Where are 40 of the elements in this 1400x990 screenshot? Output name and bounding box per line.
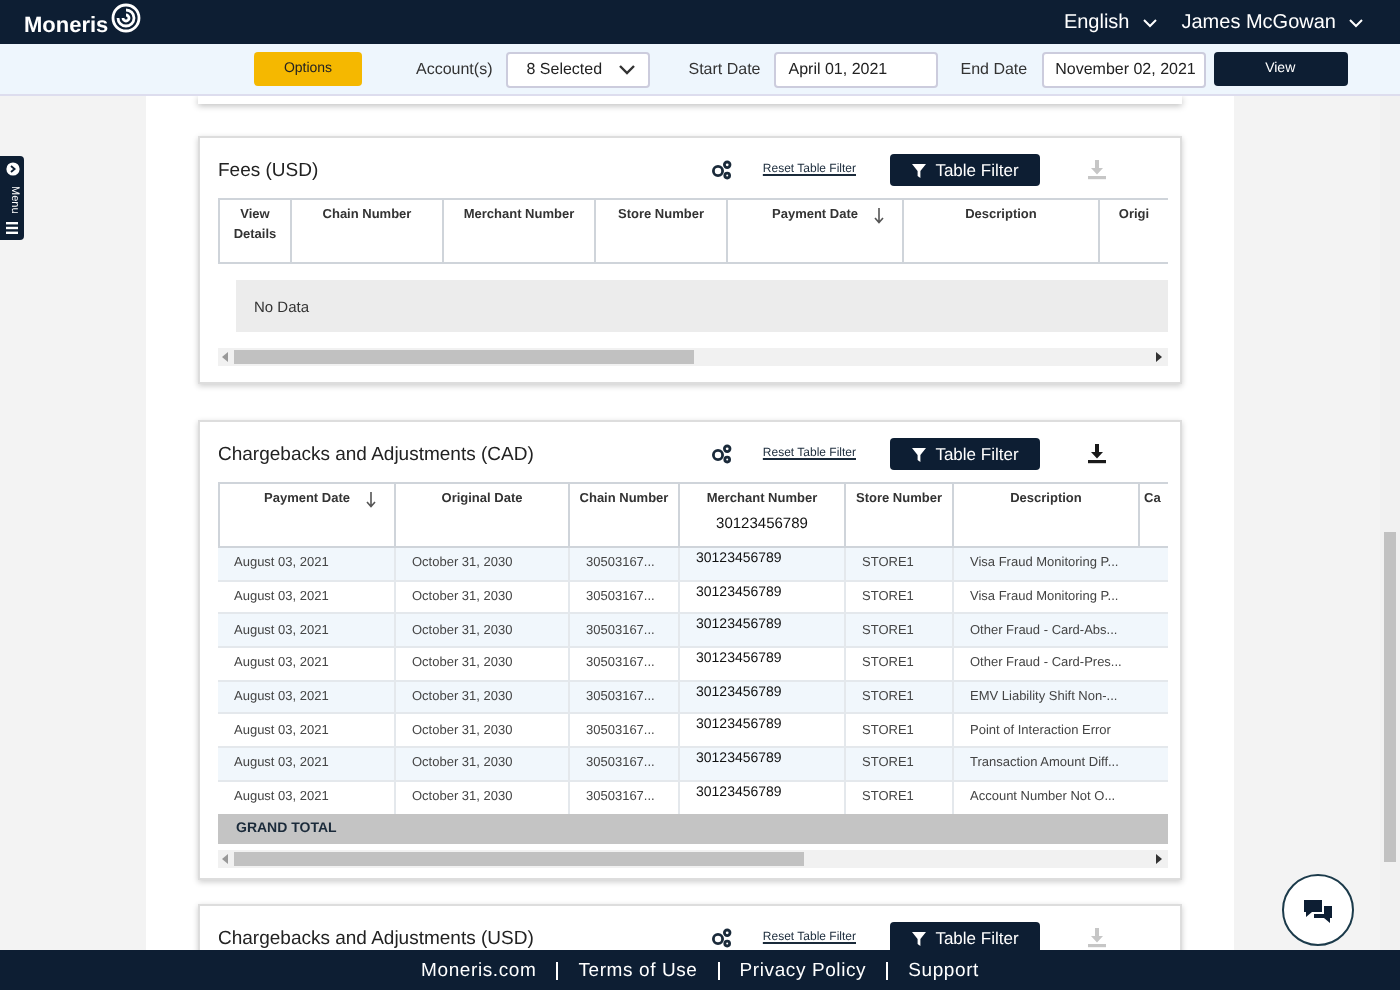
end-date-label: End Date	[960, 60, 1028, 78]
swirl-logo-icon	[110, 2, 143, 34]
sort-arrow-icon[interactable]	[874, 208, 884, 224]
hamburger-icon	[6, 221, 18, 234]
start-date-field[interactable]: April 01, 2021	[774, 51, 939, 87]
gears-icon[interactable]	[710, 160, 733, 180]
gears-icon[interactable]	[710, 444, 733, 464]
gears-icon[interactable]	[710, 928, 733, 948]
card-title: Fees (USD)	[218, 159, 319, 181]
table-filter-button[interactable]: Table Filter	[890, 438, 1040, 470]
table-filter-button[interactable]: Table Filter	[890, 154, 1040, 186]
chat-bubbles-icon	[1302, 897, 1334, 923]
language-menu[interactable]: English	[1063, 11, 1158, 33]
logo-text[interactable]: Moneris	[24, 14, 109, 38]
card-title: Chargebacks and Adjustments (USD)	[218, 927, 534, 949]
end-date-field[interactable]: November 02, 2021	[1041, 51, 1206, 87]
horizontal-scrollbar[interactable]	[218, 850, 1168, 868]
start-date-label: Start Date	[688, 60, 761, 78]
table-filter-button[interactable]: Table Filter	[890, 922, 1040, 950]
chevron-down-icon	[1348, 17, 1364, 27]
footer-link[interactable]: Privacy Policy	[739, 959, 867, 981]
footer-link[interactable]: Support	[908, 959, 979, 981]
horizontal-scrollbar[interactable]	[218, 348, 1168, 366]
scroll-right-icon[interactable]	[1156, 352, 1164, 362]
download-icon[interactable]	[1088, 444, 1106, 464]
footer-link[interactable]: Moneris.com	[421, 959, 537, 981]
user-menu[interactable]: James McGowan	[1181, 11, 1364, 33]
chevron-right-icon	[5, 162, 19, 176]
scroll-right-icon[interactable]	[1156, 854, 1164, 864]
footer-link[interactable]: Terms of Use	[578, 959, 698, 981]
funnel-icon	[911, 931, 926, 945]
accounts-dropdown[interactable]: 8 Selected	[506, 51, 651, 87]
card-title: Chargebacks and Adjustments (CAD)	[218, 443, 534, 465]
sort-arrow-icon[interactable]	[366, 492, 376, 508]
chevron-down-icon	[1141, 17, 1158, 27]
funnel-icon	[911, 163, 926, 177]
accounts-label: Account(s)	[416, 60, 493, 78]
funnel-icon	[911, 447, 926, 461]
chat-button[interactable]	[1282, 874, 1354, 946]
chevron-down-icon	[618, 63, 637, 75]
